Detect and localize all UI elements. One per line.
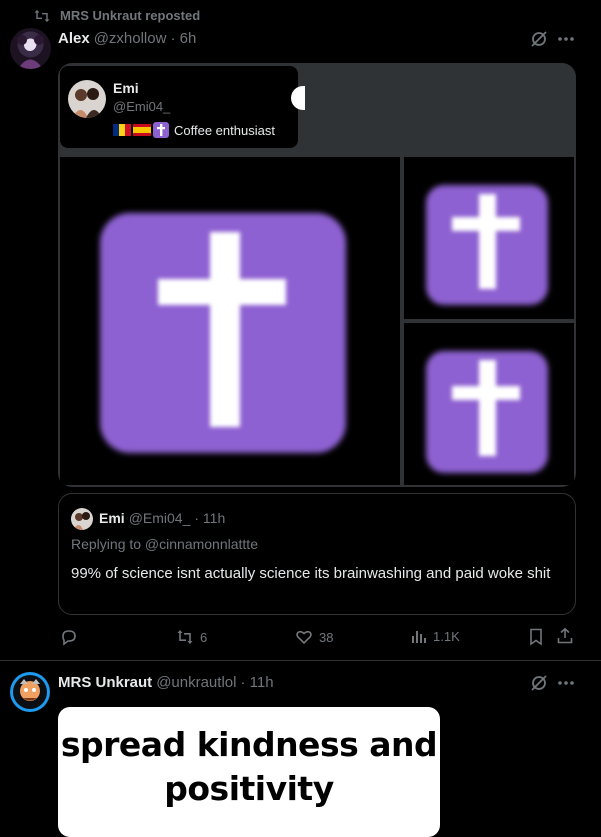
meme-line-2: positivity: [164, 769, 334, 808]
share-icon[interactable]: [556, 627, 574, 645]
popup-follow-button-edge: [291, 86, 305, 110]
purple-cross-image[interactable]: [404, 323, 574, 485]
popup-bio-row: Coffee enthusiast: [113, 122, 275, 138]
spain-flag: [133, 124, 151, 136]
quote-author-handle: @Emi04_: [128, 510, 191, 526]
avatar[interactable]: [10, 28, 51, 69]
views-button[interactable]: 1.1K: [411, 628, 460, 644]
like-count: 38: [319, 629, 334, 645]
meme-image[interactable]: spread kindness and positivity: [58, 707, 440, 837]
quote-text: 99% of science isnt actually science its…: [71, 565, 551, 582]
romania-flag: [113, 124, 131, 136]
tweet-divider: [0, 660, 601, 661]
tweet-header: MRS Unkraut @unkrautlol · 11h: [58, 674, 274, 691]
avatar[interactable]: [10, 672, 50, 712]
quote-author-name: Emi: [99, 510, 125, 526]
repost-count: 6: [200, 629, 208, 645]
popup-avatar: [68, 80, 106, 118]
grok-icon[interactable]: [530, 674, 548, 692]
more-icon[interactable]: [557, 36, 575, 42]
repost-icon: [176, 628, 194, 646]
popup-name: Emi: [113, 80, 139, 96]
author-handle[interactable]: @unkrautlol: [156, 674, 236, 691]
grok-icon[interactable]: [530, 30, 548, 48]
heart-icon: [295, 628, 313, 646]
reply-icon: [60, 628, 78, 646]
popup-bio: Coffee enthusiast: [174, 122, 275, 138]
repost-button[interactable]: 6: [176, 628, 207, 646]
purple-cross-image[interactable]: [404, 157, 574, 319]
quoted-tweet[interactable]: Emi @Emi04_ · 11h Replying to @cinnamonn…: [58, 493, 576, 615]
views-count: 1.1K: [433, 628, 460, 644]
replying-to: Replying to @cinnamonnlattte: [71, 536, 258, 552]
tweet-time[interactable]: · 6h: [170, 30, 196, 47]
more-icon[interactable]: [557, 680, 575, 686]
like-button[interactable]: 38: [295, 628, 333, 646]
author-name[interactable]: Alex: [58, 30, 90, 47]
bookmark-icon[interactable]: [528, 628, 544, 646]
author-handle[interactable]: @zxhollow: [94, 30, 167, 47]
quote-time: · 11h: [194, 510, 226, 526]
purple-cross-image[interactable]: [60, 157, 400, 485]
profile-popup: Emi @Emi04_ Coffee enthusiast: [60, 66, 305, 148]
tweet-time[interactable]: · 11h: [240, 674, 273, 691]
author-name[interactable]: MRS Unkraut: [58, 674, 152, 691]
quote-avatar: [71, 508, 93, 530]
tweet-header: Alex @zxhollow · 6h: [58, 30, 196, 47]
meme-line-1: spread kindness and: [60, 725, 438, 764]
repost-icon: [34, 9, 50, 23]
repost-header[interactable]: MRS Unkraut reposted: [34, 8, 200, 23]
reply-button[interactable]: [60, 628, 84, 646]
latin-cross-icon: [153, 122, 169, 138]
meme-text: spread kindness and positivity: [58, 723, 440, 811]
popup-handle: @Emi04_: [113, 99, 171, 114]
quote-header: Emi @Emi04_ · 11h: [99, 510, 225, 526]
repost-text: MRS Unkraut reposted: [60, 8, 201, 23]
views-icon: [411, 628, 427, 644]
